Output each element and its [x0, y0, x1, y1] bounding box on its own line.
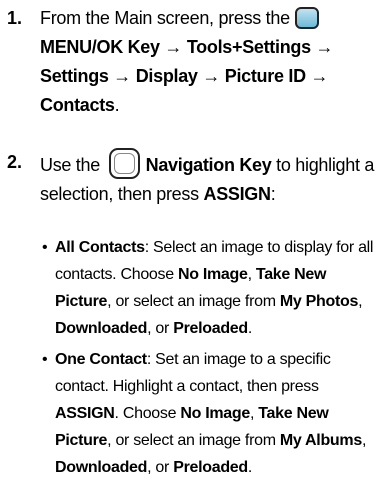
bold-term: Preloaded — [173, 320, 248, 337]
text-run: From the Main screen, press the — [40, 8, 295, 28]
bold-term: All Contacts — [55, 239, 145, 256]
menu-ok-key-icon — [294, 7, 319, 29]
navigation-key-icon — [108, 148, 140, 179]
bold-term: No Image — [180, 405, 250, 422]
bold-term: Navigation Key — [145, 155, 272, 175]
step-number: 1. — [7, 8, 23, 28]
bullet-point: • — [42, 239, 48, 256]
bold-term: Downloaded — [55, 459, 148, 476]
text-run: , or — [147, 320, 174, 337]
instruction-page: 1. From the Main screen, press the MENU/… — [0, 0, 377, 476]
bold-term: ASSIGN — [203, 184, 272, 204]
text-run: , or — [147, 459, 174, 476]
text-run: . — [247, 459, 253, 476]
step-number: 2. — [7, 152, 23, 172]
option-all-contacts: • All Contacts: Select an image to displa… — [40, 234, 375, 342]
step-text: From the Main screen, press the MENU/OK … — [40, 4, 375, 120]
text-run: : — [270, 184, 276, 204]
text-run: , — [361, 432, 367, 449]
text-run: , or select an image from — [107, 432, 280, 449]
bold-term: ASSIGN — [55, 405, 115, 422]
bold-term: MENU/OK Key → Tools+Settings → Settings … — [40, 37, 334, 115]
text-run: , or select an image from — [107, 293, 280, 310]
bold-term: Downloaded — [55, 320, 148, 337]
text-run: . — [114, 95, 120, 115]
bullet-point: • — [42, 351, 48, 368]
bold-term: Preloaded — [173, 459, 248, 476]
bold-term: One Contact — [55, 351, 147, 368]
text-run: , — [358, 293, 363, 310]
bold-term: My Photos — [279, 293, 359, 310]
option-list: • All Contacts: Select an image to displa… — [40, 234, 375, 481]
text-run: , — [247, 266, 256, 283]
text-run: . — [247, 320, 253, 337]
option-one-contact: • One Contact: Set an image to a specific… — [40, 346, 375, 481]
bold-term: No Image — [177, 266, 248, 283]
step-text: Use the Navigation Key to highlight a se… — [40, 148, 375, 209]
text-run: . Choose — [114, 405, 181, 422]
text-run: Use the — [40, 155, 105, 175]
bold-term: My Albums — [279, 432, 362, 449]
